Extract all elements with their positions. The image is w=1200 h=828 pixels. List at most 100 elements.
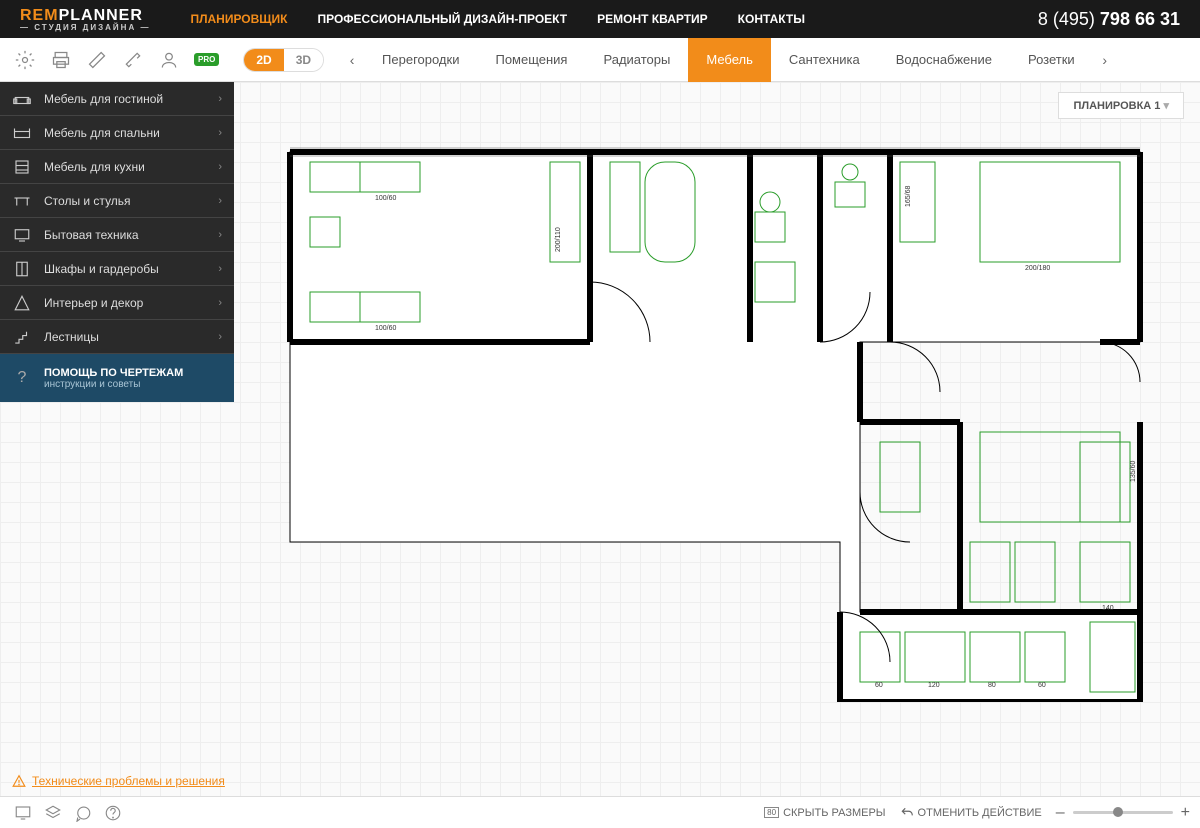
zoom-in-button[interactable]: + (1181, 804, 1190, 822)
view-toggle: 2D 3D (243, 48, 324, 72)
dim-label: 80 (988, 682, 996, 689)
phone-main: 798 66 31 (1100, 9, 1180, 29)
sidebar-help[interactable]: ? ПОМОЩЬ ПО ЧЕРТЕЖАМ инструкции и советы (0, 354, 234, 402)
dim-label: 100/60 (375, 325, 397, 332)
sidebar-label: Мебель для гостиной (44, 92, 218, 106)
main-nav: ПЛАНИРОВЩИК ПРОФЕССИОНАЛЬНЫЙ ДИЗАЙН-ПРОЕ… (190, 12, 804, 26)
logo-subtitle: — СТУДИЯ ДИЗАЙНА — (20, 23, 150, 32)
sidebar-label: Мебель для спальни (44, 126, 218, 140)
view-2d-button[interactable]: 2D (244, 49, 283, 71)
category-tabs: ‹ Перегородки Помещения Радиаторы Мебель… (340, 38, 1200, 82)
tab-water-supply[interactable]: Водоснабжение (878, 38, 1010, 82)
user-icon[interactable] (158, 49, 180, 71)
dim-label: 60 (875, 682, 883, 689)
table-icon (12, 192, 32, 210)
sidebar-label: Шкафы и гардеробы (44, 262, 218, 276)
toolbar: PRO 2D 3D ‹ Перегородки Помещения Радиат… (0, 38, 1200, 82)
cabinet-icon (12, 158, 32, 176)
dim-label: 200/180 (1025, 265, 1050, 272)
sidebar-item-decor[interactable]: Интерьер и декор › (0, 286, 234, 320)
sidebar-item-living-room[interactable]: Мебель для гостиной › (0, 82, 234, 116)
help-icon[interactable] (100, 800, 126, 826)
dim-label: 60 (1038, 682, 1046, 689)
dim-label: 100/60 (375, 195, 397, 202)
tools-icon[interactable] (122, 49, 144, 71)
chevron-right-icon: › (218, 93, 222, 105)
chevron-right-icon: › (218, 195, 222, 207)
sidebar-label: Бытовая техника (44, 228, 218, 242)
hide-dimensions-button[interactable]: 80 СКРЫТЬ РАЗМЕРЫ (764, 807, 885, 819)
sofa-icon (12, 90, 32, 108)
tabs-next-icon[interactable]: › (1093, 52, 1117, 68)
tv-icon (12, 226, 32, 244)
zoom-out-button[interactable]: – (1056, 804, 1065, 822)
wardrobe-icon (12, 260, 32, 278)
sidebar-label: Столы и стулья (44, 194, 218, 208)
layers-icon[interactable] (40, 800, 66, 826)
dim-label: 140 (1102, 605, 1114, 612)
view-3d-button[interactable]: 3D (284, 49, 323, 71)
chevron-right-icon: › (218, 331, 222, 343)
zoom-slider[interactable] (1073, 811, 1173, 814)
tab-rooms[interactable]: Помещения (477, 38, 585, 82)
sidebar-item-wardrobes[interactable]: Шкафы и гардеробы › (0, 252, 234, 286)
zoom-thumb[interactable] (1113, 807, 1123, 817)
sidebar-item-stairs[interactable]: Лестницы › (0, 320, 234, 354)
header: REMPLANNER — СТУДИЯ ДИЗАЙНА — ПЛАНИРОВЩИ… (0, 0, 1200, 38)
logo-rem: REM (20, 7, 59, 24)
nav-contacts[interactable]: КОНТАКТЫ (738, 12, 805, 26)
chevron-right-icon: › (218, 229, 222, 241)
dim-label: 120 (928, 682, 940, 689)
dim-label: 200/110 (555, 227, 562, 252)
print-icon[interactable] (50, 49, 72, 71)
ruler-badge: 80 (764, 807, 779, 818)
tab-plumbing[interactable]: Сантехника (771, 38, 878, 82)
bed-icon (12, 124, 32, 142)
screen-icon[interactable] (10, 800, 36, 826)
sidebar-item-bedroom[interactable]: Мебель для спальни › (0, 116, 234, 150)
tab-radiators[interactable]: Радиаторы (585, 38, 688, 82)
sidebar-label: Интерьер и декор (44, 296, 218, 310)
hide-dims-label: СКРЫТЬ РАЗМЕРЫ (783, 807, 885, 819)
warning-icon (12, 774, 26, 788)
phone-number: 8 (495) 798 66 31 (1038, 9, 1200, 30)
bottombar: 80 СКРЫТЬ РАЗМЕРЫ ОТМЕНИТЬ ДЕЙСТВИЕ – + (0, 796, 1200, 828)
nav-planner[interactable]: ПЛАНИРОВЩИК (190, 12, 287, 26)
ruler-icon[interactable] (86, 49, 108, 71)
sidebar-item-kitchen[interactable]: Мебель для кухни › (0, 150, 234, 184)
decor-icon (12, 294, 32, 312)
phone-prefix: 8 (495) (1038, 9, 1100, 29)
undo-button[interactable]: ОТМЕНИТЬ ДЕЙСТВИЕ (900, 806, 1042, 820)
logo[interactable]: REMPLANNER — СТУДИЯ ДИЗАЙНА — (0, 7, 170, 32)
tool-icons: PRO (0, 49, 233, 71)
chevron-right-icon: › (218, 297, 222, 309)
tech-issues-link[interactable]: Технические проблемы и решения (12, 774, 225, 788)
sidebar-item-appliances[interactable]: Бытовая техника › (0, 218, 234, 252)
sidebar-item-tables[interactable]: Столы и стулья › (0, 184, 234, 218)
pro-badge[interactable]: PRO (194, 53, 219, 66)
tabs-prev-icon[interactable]: ‹ (340, 52, 364, 68)
tech-link-label: Технические проблемы и решения (32, 774, 225, 788)
tab-partitions[interactable]: Перегородки (364, 38, 477, 82)
sidebar-label: Мебель для кухни (44, 160, 218, 174)
tab-outlets[interactable]: Розетки (1010, 38, 1093, 82)
sidebar-label: Лестницы (44, 330, 218, 344)
help-title: ПОМОЩЬ ПО ЧЕРТЕЖАМ (44, 367, 183, 379)
undo-icon (900, 806, 914, 820)
logo-planner: PLANNER (59, 7, 143, 24)
settings-icon[interactable] (14, 49, 36, 71)
question-icon: ? (12, 369, 32, 387)
nav-design-project[interactable]: ПРОФЕССИОНАЛЬНЫЙ ДИЗАЙН-ПРОЕКТ (317, 12, 567, 26)
chevron-right-icon: › (218, 161, 222, 173)
help-subtitle: инструкции и советы (44, 379, 183, 390)
chevron-right-icon: › (218, 127, 222, 139)
tab-furniture[interactable]: Мебель (688, 38, 771, 82)
dim-label: 135/60 (1130, 460, 1137, 482)
chevron-right-icon: › (218, 263, 222, 275)
chat-icon[interactable] (70, 800, 96, 826)
floorplan[interactable]: 100/60 100/60 200/110 165/68 200/180 135… (280, 142, 1160, 702)
plan-selector[interactable]: ПЛАНИРОВКА 1 (1058, 92, 1184, 119)
sidebar: Мебель для гостиной › Мебель для спальни… (0, 82, 234, 402)
nav-renovation[interactable]: РЕМОНТ КВАРТИР (597, 12, 708, 26)
dim-label: 165/68 (905, 185, 912, 207)
